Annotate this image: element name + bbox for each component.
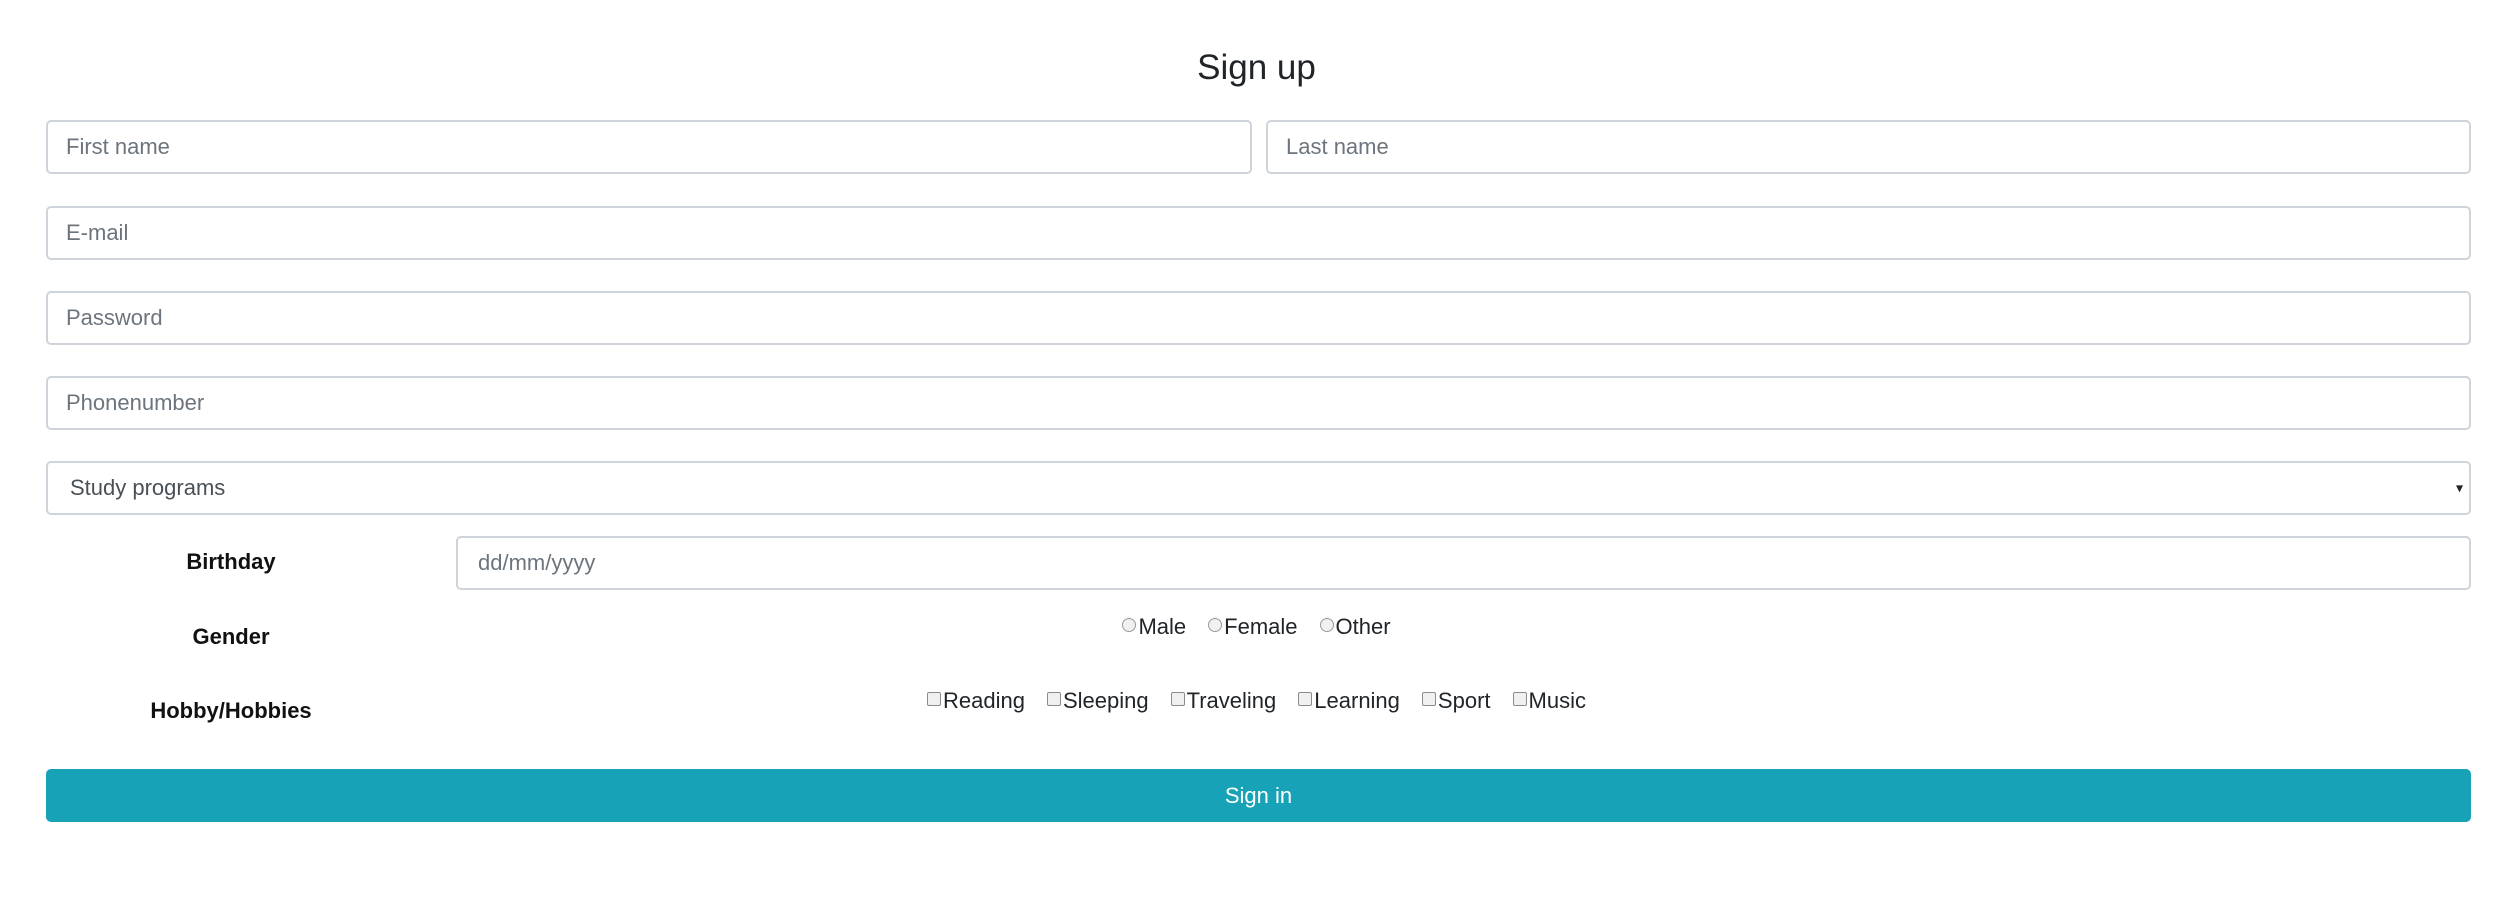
study-programs-selected-value: Study programs [70,475,226,500]
hobby-option-sleeping[interactable]: Sleeping [1046,686,1149,716]
hobby-option-traveling[interactable]: Traveling [1170,686,1277,716]
radio-button[interactable] [1208,618,1223,632]
checkbox[interactable] [1512,692,1527,706]
hobby-option-label: Reading [943,688,1025,713]
radio-button[interactable] [1122,618,1137,632]
hobby-option-music[interactable]: Music [1512,686,1586,716]
radio-button[interactable] [1319,618,1334,632]
birthday-date-input[interactable] [456,536,2471,590]
checkbox[interactable] [927,692,942,706]
hobby-option-label: Sleeping [1062,688,1149,713]
hobby-option-label: Traveling [1186,688,1277,713]
password-input[interactable] [46,291,2471,345]
hobby-option-label: Sport [1437,688,1491,713]
checkbox[interactable] [1046,692,1061,706]
checkbox[interactable] [1298,692,1313,706]
email-input[interactable] [46,206,2471,260]
hobbies-checkbox-group: Reading Sleeping Traveling Learning Spor… [0,686,2513,716]
sign-in-button[interactable]: Sign in [46,769,2471,822]
study-programs-select[interactable]: Study programs ▾ [46,461,2471,515]
gender-option-female[interactable]: Female [1208,612,1298,642]
birthday-label: Birthday [186,549,276,574]
gender-option-male[interactable]: Male [1122,612,1186,642]
hobby-option-label: Learning [1314,688,1400,713]
hobby-option-sport[interactable]: Sport [1421,686,1491,716]
gender-option-label: Male [1138,614,1187,639]
hobby-option-reading[interactable]: Reading [927,686,1025,716]
hobby-option-label: Music [1528,688,1586,713]
gender-option-other[interactable]: Other [1319,612,1391,642]
last-name-input[interactable] [1266,120,2471,174]
gender-option-label: Female [1224,614,1298,639]
page-title: Sign up [1197,48,1316,87]
hobby-option-learning[interactable]: Learning [1298,686,1400,716]
dropdown-arrow-icon: ▾ [2455,479,2463,496]
checkbox[interactable] [1170,692,1185,706]
checkbox[interactable] [1421,692,1436,706]
first-name-input[interactable] [46,120,1252,174]
gender-radio-group: Male Female Other [0,612,2513,642]
gender-option-label: Other [1335,614,1391,639]
phone-number-input[interactable] [46,376,2471,430]
